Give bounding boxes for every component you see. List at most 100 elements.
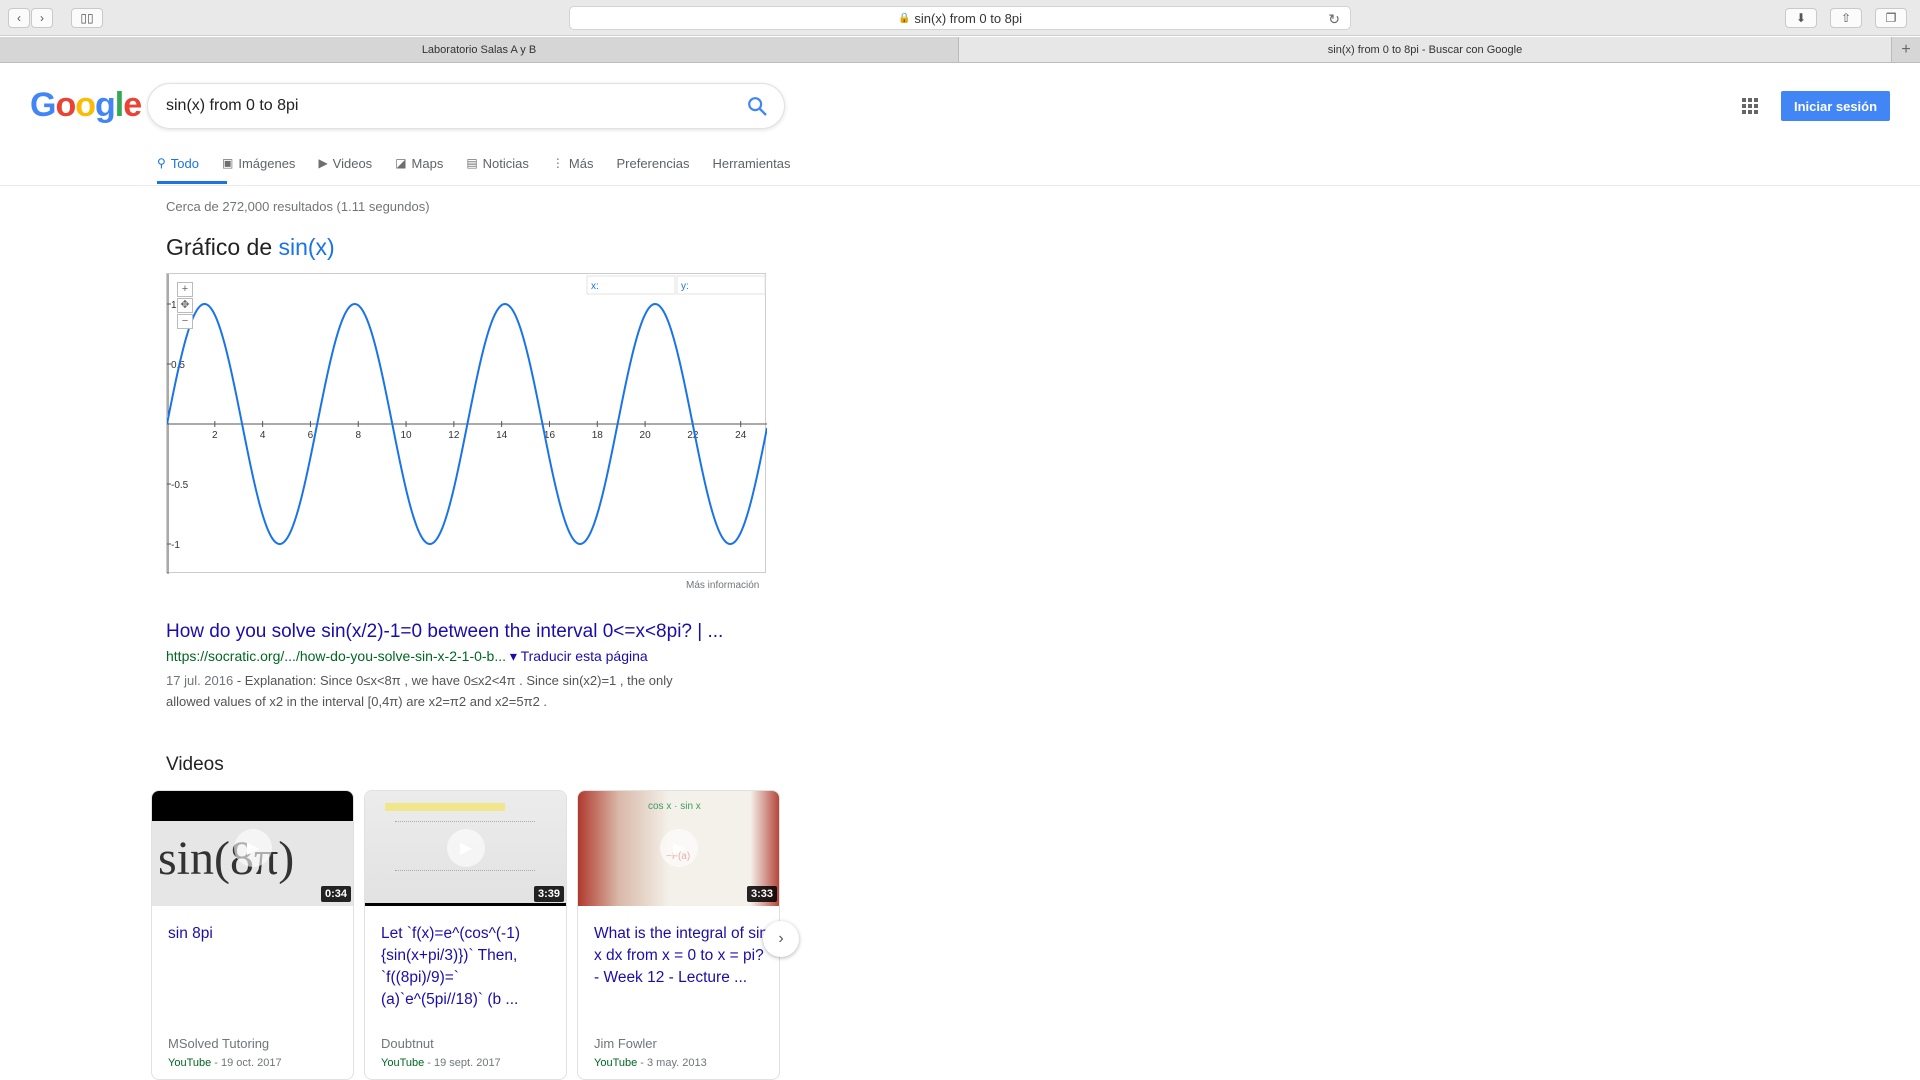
more-info-link[interactable]: Más información [686, 580, 759, 591]
tab-maps[interactable]: ◪ Maps [395, 150, 443, 176]
video-source: YouTube - 3 may. 2013 [594, 1057, 707, 1069]
video-title[interactable]: sin 8pi [168, 923, 343, 945]
y-tick-label: -1 [171, 540, 180, 551]
more-icon: ⋮ [551, 156, 564, 170]
video-duration: 3:33 [746, 886, 777, 902]
back-button[interactable]: ‹ [8, 8, 30, 28]
video-source: YouTube - 19 sept. 2017 [381, 1057, 501, 1069]
video-card[interactable]: sin(8π) ▶ 0:34 sin 8pi MSolved Tutoring … [151, 790, 354, 1080]
video-source-name: YouTube [594, 1057, 638, 1069]
video-source: YouTube - 19 oct. 2017 [168, 1057, 282, 1069]
tab-mas[interactable]: ⋮ Más [552, 150, 594, 176]
logo-letter: o [55, 86, 76, 124]
signin-button[interactable]: Iniciar sesión [1781, 91, 1890, 121]
pan-button[interactable]: ✥ [177, 298, 193, 313]
logo-letter: g [95, 86, 116, 124]
tab-noticias[interactable]: ▤ Noticias [466, 150, 529, 176]
y-readout-label: y: [681, 281, 689, 292]
download-icon: ⬇ [1795, 11, 1807, 25]
video-source-name: YouTube [168, 1057, 212, 1069]
forward-button[interactable]: › [31, 8, 53, 28]
video-thumbnail[interactable]: sin(8π) ▶ 0:34 [152, 791, 353, 906]
search-nav: ⚲ Todo ▣ Imágenes ▶ Videos ◪ Maps ▤ Noticias … [157, 150, 814, 185]
google-logo[interactable]: Google [30, 86, 142, 125]
sidebar-button[interactable]: ▯▯ [71, 8, 103, 28]
x-tick-label: 20 [640, 430, 652, 441]
play-icon: ▶ [234, 829, 272, 867]
x-tick-label: 22 [687, 430, 699, 441]
result-snippet: 17 jul. 2016 - Explanation: Since 0≤x<8π… [166, 670, 766, 712]
video-channel: Doubtnut [381, 1036, 434, 1051]
tab-label: Videos [332, 155, 373, 171]
map-icon: ◪ [395, 156, 407, 170]
video-card[interactable]: ▶ 3:39 Let `f(x)=e^(cos^(-1){sin(x+pi/3)… [364, 790, 567, 1080]
new-tab-button[interactable]: + [1892, 37, 1920, 62]
thumbnail-text: cos x · sin x [648, 801, 701, 812]
tab-label: Todo [170, 155, 199, 171]
y-tick-label: -0.5 [171, 480, 189, 491]
tab-herramientas[interactable]: Herramientas [712, 150, 790, 176]
tab-label: Maps [411, 155, 444, 171]
zoom-out-button[interactable]: − [177, 314, 193, 329]
zoom-controls: + ✥ − [177, 282, 195, 330]
play-icon: ▶ [318, 156, 328, 170]
sidebar-icon: ▯▯ [80, 11, 94, 25]
image-icon: ▣ [222, 156, 234, 170]
tab-label: Preferencias [616, 155, 690, 171]
function-graph[interactable]: x: y: 2 4 6 8 10 12 14 16 18 20 22 24 1 0.5 -0.5 -1 + ✥ − [166, 273, 767, 574]
search-icon[interactable] [746, 95, 768, 117]
video-title[interactable]: Let `f(x)=e^(cos^(-1){sin(x+pi/3)})` The… [381, 923, 556, 1011]
search-box [147, 83, 785, 129]
result-url-text[interactable]: https://socratic.org/.../how-do-you-solv… [166, 648, 506, 664]
downloads-button[interactable]: ⬇ [1785, 8, 1817, 28]
video-channel: MSolved Tutoring [168, 1036, 270, 1051]
video-duration: 3:39 [533, 886, 564, 902]
tab-label: Noticias [482, 155, 529, 171]
logo-letter: e [123, 86, 142, 124]
video-date: - 19 oct. 2017 [211, 1057, 282, 1069]
x-tick-label: 10 [400, 430, 412, 441]
video-date: - 3 may. 2013 [637, 1057, 707, 1069]
tab-label: Laboratorio Salas A y B [421, 43, 537, 56]
tab-todo[interactable]: ⚲ Todo [157, 150, 199, 176]
play-icon: ▶ [660, 829, 698, 867]
translate-link[interactable]: ▾ Traducir esta página [510, 648, 648, 664]
reload-icon[interactable]: ↻ [1328, 11, 1340, 28]
x-readout-label: x: [591, 281, 599, 292]
chevron-right-icon: › [40, 11, 44, 25]
tab-preferencias[interactable]: Preferencias [616, 150, 689, 176]
address-bar[interactable]: 🔒 sin(x) from 0 to 8pi ↻ [569, 6, 1351, 30]
tab-videos[interactable]: ▶ Videos [318, 150, 372, 176]
tab-imagenes[interactable]: ▣ Imágenes [222, 150, 295, 176]
video-card[interactable]: cos x · sin x −F(a) ▶ 3:33 What is the i… [577, 790, 780, 1080]
share-button[interactable]: ⇧ [1830, 8, 1862, 28]
x-tick-label: 4 [260, 430, 266, 441]
tabs-overview-button[interactable]: ❐ [1875, 8, 1907, 28]
logo-letter: o [75, 86, 96, 124]
result-title-link[interactable]: How do you solve sin(x/2)-1=0 between th… [166, 621, 723, 643]
video-title[interactable]: What is the integral of sin x dx from x … [594, 923, 769, 989]
video-thumbnail[interactable]: ▶ 3:39 [365, 791, 566, 906]
x-tick-label: 6 [308, 430, 314, 441]
graph-svg[interactable]: x: y:2 4 6 8 10 12 14 16 18 20 22 2410.5-0.5-1 [167, 274, 767, 574]
apps-grid-icon[interactable] [1742, 98, 1758, 114]
result-stats: Cerca de 272,000 resultados (1.11 segund… [166, 199, 430, 214]
tab-laboratorio[interactable]: Laboratorio Salas A y B [0, 37, 959, 62]
video-date: - 19 sept. 2017 [424, 1057, 501, 1069]
tab-google-search[interactable]: sin(x) from 0 to 8pi - Buscar con Google [959, 37, 1892, 62]
active-tab-underline [157, 181, 227, 184]
search-input[interactable] [166, 94, 726, 118]
x-tick-label: 18 [592, 430, 604, 441]
chevron-right-icon: › [778, 930, 784, 947]
zoom-in-button[interactable]: + [177, 282, 193, 297]
carousel-next-button[interactable]: › [763, 921, 799, 957]
video-thumbnail[interactable]: cos x · sin x −F(a) ▶ 3:33 [578, 791, 779, 906]
video-channel: Jim Fowler [594, 1036, 657, 1051]
plus-icon: + [1901, 40, 1911, 58]
x-tick-label: 8 [355, 430, 361, 441]
x-readout-box [586, 275, 676, 295]
browser-toolbar: ‹ › ▯▯ 🔒 sin(x) from 0 to 8pi ↻ ⬇ ⇧ ❐ [0, 0, 1920, 36]
header-divider [0, 185, 1920, 186]
tab-label: Más [568, 155, 594, 171]
graph-function-link[interactable]: sin(x) [279, 234, 335, 260]
